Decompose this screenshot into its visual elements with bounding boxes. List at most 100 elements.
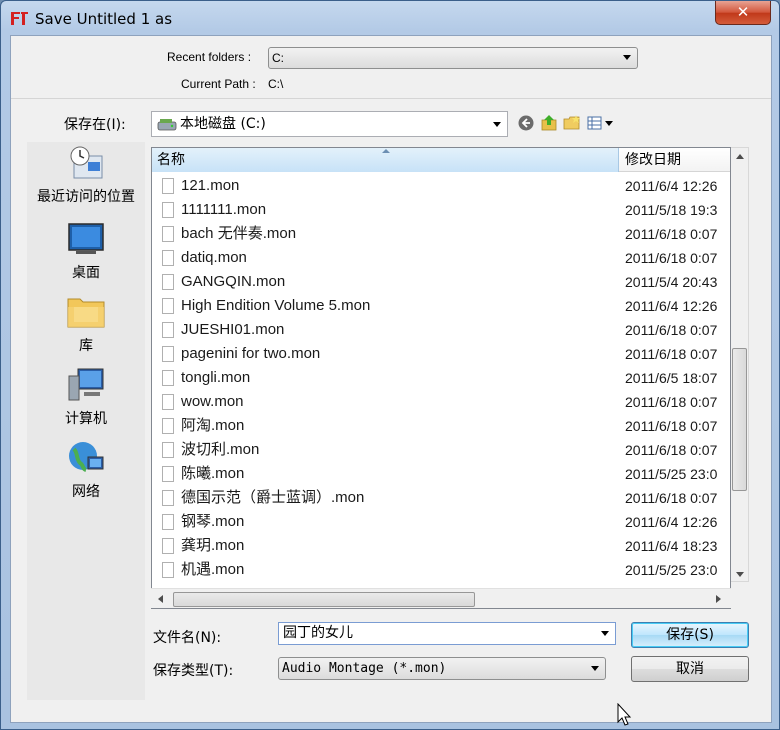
vertical-scrollbar[interactable] <box>731 147 749 582</box>
back-icon[interactable] <box>517 114 535 132</box>
filename-value: 园丁的女儿 <box>283 625 353 641</box>
file-row[interactable]: wow.mon 2011/6/18 0:07 <box>152 390 730 414</box>
place-label: 计算机 <box>65 411 107 427</box>
chevron-down-icon <box>493 122 501 127</box>
file-row[interactable]: tongli.mon 2011/6/5 18:07 <box>152 366 730 390</box>
file-name: 龚玥.mon <box>181 537 245 554</box>
file-date: 2011/6/5 18:07 <box>625 370 718 386</box>
file-row[interactable]: 德国示范（爵士蓝调）.mon 2011/6/18 0:07 <box>152 486 730 510</box>
file-row[interactable]: JUESHI01.mon 2011/6/18 0:07 <box>152 318 730 342</box>
file-icon <box>162 490 174 506</box>
place-computer[interactable]: 计算机 <box>27 366 145 428</box>
file-name: GANGQIN.mon <box>181 273 286 290</box>
file-row[interactable]: pagenini for two.mon 2011/6/18 0:07 <box>152 342 730 366</box>
filename-input[interactable]: 园丁的女儿 <box>278 622 616 645</box>
dialog-body: Recent folders : C: Current Path : C:\ 保… <box>10 35 772 723</box>
view-menu-icon[interactable] <box>586 114 616 132</box>
close-button[interactable]: ✕ <box>715 1 771 25</box>
file-icon <box>162 418 174 434</box>
column-header-date[interactable]: 修改日期 <box>625 148 681 172</box>
file-row[interactable]: 机遇.mon 2011/5/25 23:0 <box>152 558 730 582</box>
recent-folders-label: Recent folders : <box>167 50 252 64</box>
scroll-thumb[interactable] <box>732 348 747 491</box>
network-icon <box>69 442 104 472</box>
file-row[interactable]: 1111111.mon 2011/5/18 19:3 <box>152 198 730 222</box>
desktop-icon <box>68 223 104 254</box>
title-bar[interactable]: Save Untitled 1 as ✕ <box>1 1 779 35</box>
recent-places-icon <box>70 146 103 179</box>
file-row[interactable]: 波切利.mon 2011/6/18 0:07 <box>152 438 730 462</box>
scroll-left-icon[interactable] <box>158 595 163 603</box>
file-date: 2011/6/18 0:07 <box>625 394 718 410</box>
file-name: 机遇.mon <box>181 561 245 578</box>
place-library[interactable]: 库 <box>27 293 145 355</box>
file-icon <box>162 514 174 530</box>
place-label: 最近访问的位置 <box>37 189 135 205</box>
horizontal-scrollbar[interactable] <box>151 588 731 608</box>
file-name: 阿淘.mon <box>181 417 245 434</box>
save-in-combo[interactable]: 本地磁盘 (C:) <box>151 111 508 137</box>
recent-folders-value: C: <box>272 51 284 65</box>
file-row[interactable]: GANGQIN.mon 2011/5/4 20:43 <box>152 270 730 294</box>
file-row[interactable]: 阿淘.mon 2011/6/18 0:07 <box>152 414 730 438</box>
library-icon <box>67 298 105 328</box>
file-date: 2011/6/4 18:23 <box>625 538 718 554</box>
file-date: 2011/5/4 20:43 <box>625 274 718 290</box>
file-row[interactable]: High Endition Volume 5.mon 2011/6/4 12:26 <box>152 294 730 318</box>
file-date: 2011/6/18 0:07 <box>625 490 718 506</box>
file-date: 2011/6/18 0:07 <box>625 418 718 434</box>
chevron-down-icon <box>591 666 599 671</box>
recent-folders-combo[interactable]: C: <box>268 47 638 69</box>
file-name: 陈曦.mon <box>181 465 245 482</box>
file-date: 2011/6/18 0:07 <box>625 250 718 266</box>
chevron-down-icon[interactable] <box>601 631 609 636</box>
place-desktop[interactable]: 桌面 <box>27 220 145 282</box>
file-icon <box>162 394 174 410</box>
filename-label: 文件名(N): <box>153 630 222 646</box>
scroll-up-icon[interactable] <box>736 154 744 159</box>
sort-up-icon <box>382 149 390 153</box>
list-header: 名称 修改日期 <box>152 148 730 172</box>
column-header-name[interactable]: 名称 <box>152 148 619 172</box>
window-title: Save Untitled 1 as <box>35 10 173 28</box>
drive-icon <box>157 119 177 131</box>
file-icon <box>162 442 174 458</box>
file-row[interactable]: bach 无伴奏.mon 2011/6/18 0:07 <box>152 222 730 246</box>
filetype-combo[interactable]: Audio Montage (*.mon) <box>278 657 606 680</box>
file-date: 2011/5/25 23:0 <box>625 466 718 482</box>
file-icon <box>162 226 174 242</box>
file-name: pagenini for two.mon <box>181 345 321 362</box>
file-row[interactable]: datiq.mon 2011/6/18 0:07 <box>152 246 730 270</box>
file-name: JUESHI01.mon <box>181 321 285 338</box>
file-row[interactable]: 龚玥.mon 2011/6/4 18:23 <box>152 534 730 558</box>
up-folder-icon[interactable] <box>540 114 558 132</box>
file-name: High Endition Volume 5.mon <box>181 297 371 314</box>
file-icon <box>162 466 174 482</box>
save-button[interactable]: 保存(S) <box>631 622 749 648</box>
save-in-label: 保存在(I): <box>64 117 126 133</box>
scroll-thumb[interactable] <box>173 592 475 607</box>
divider <box>11 98 771 99</box>
place-network[interactable]: 网络 <box>27 439 145 501</box>
file-row[interactable]: 钢琴.mon 2011/6/4 12:26 <box>152 510 730 534</box>
file-row[interactable]: 陈曦.mon 2011/5/25 23:0 <box>152 462 730 486</box>
file-icon <box>162 538 174 554</box>
scroll-down-icon[interactable] <box>736 572 744 577</box>
file-row[interactable]: 121.mon 2011/6/4 12:26 <box>152 174 730 198</box>
place-label: 网络 <box>72 484 100 500</box>
file-rows: 121.mon 2011/6/4 12:26 1111111.mon 2011/5/1… <box>152 174 730 582</box>
cancel-button[interactable]: 取消 <box>631 656 749 682</box>
file-date: 2011/5/18 19:3 <box>625 202 718 218</box>
scroll-right-icon[interactable] <box>716 595 721 603</box>
file-date: 2011/6/18 0:07 <box>625 346 718 362</box>
new-folder-icon[interactable] <box>563 114 581 132</box>
file-icon <box>162 322 174 338</box>
file-list[interactable]: 名称 修改日期 121.mon 2011/6/4 12:26 1111111.mon… <box>151 147 731 609</box>
file-icon <box>162 250 174 266</box>
file-icon <box>162 298 174 314</box>
file-icon <box>162 202 174 218</box>
file-name: 波切利.mon <box>181 441 260 458</box>
filetype-label: 保存类型(T): <box>153 663 234 679</box>
file-name: bach 无伴奏.mon <box>181 225 297 242</box>
place-recent[interactable]: 最近访问的位置 <box>27 144 145 206</box>
